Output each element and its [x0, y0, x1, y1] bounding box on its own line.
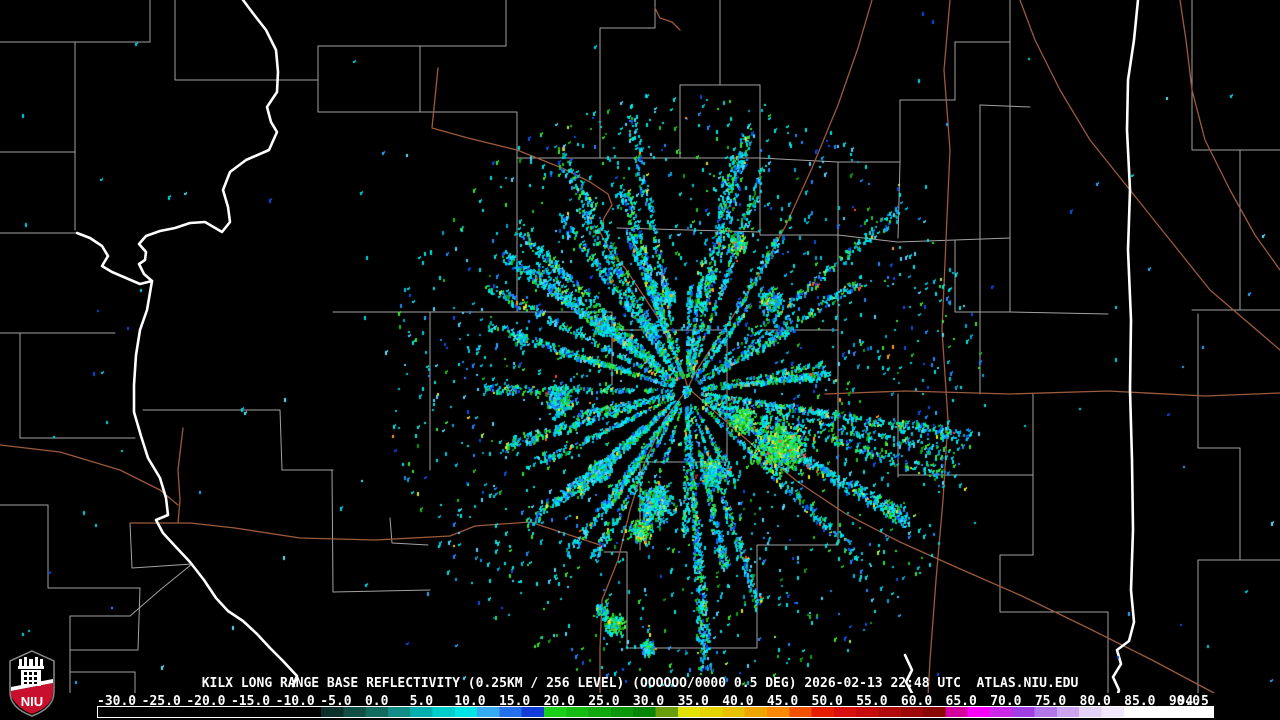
niu-logo: NIU [9, 650, 55, 717]
product-title: KILX LONG RANGE BASE REFLECTIVITY (0.25K… [201, 676, 1079, 691]
radar-viewer: KILX LONG RANGE BASE REFLECTIVITY (0.25K… [0, 0, 1280, 720]
colorbar-gradient [97, 706, 1214, 718]
niu-castle-icon [18, 657, 44, 686]
colorbar-labels: -30.0 -25.0 -20.0 -15.0 -10.0 -5.0 0.0 5.0 10.0 1… [0, 694, 1280, 709]
radar-echo-layer [0, 0, 1280, 720]
niu-castle-windows [24, 672, 37, 684]
niu-logo-text: NIU [21, 694, 43, 709]
